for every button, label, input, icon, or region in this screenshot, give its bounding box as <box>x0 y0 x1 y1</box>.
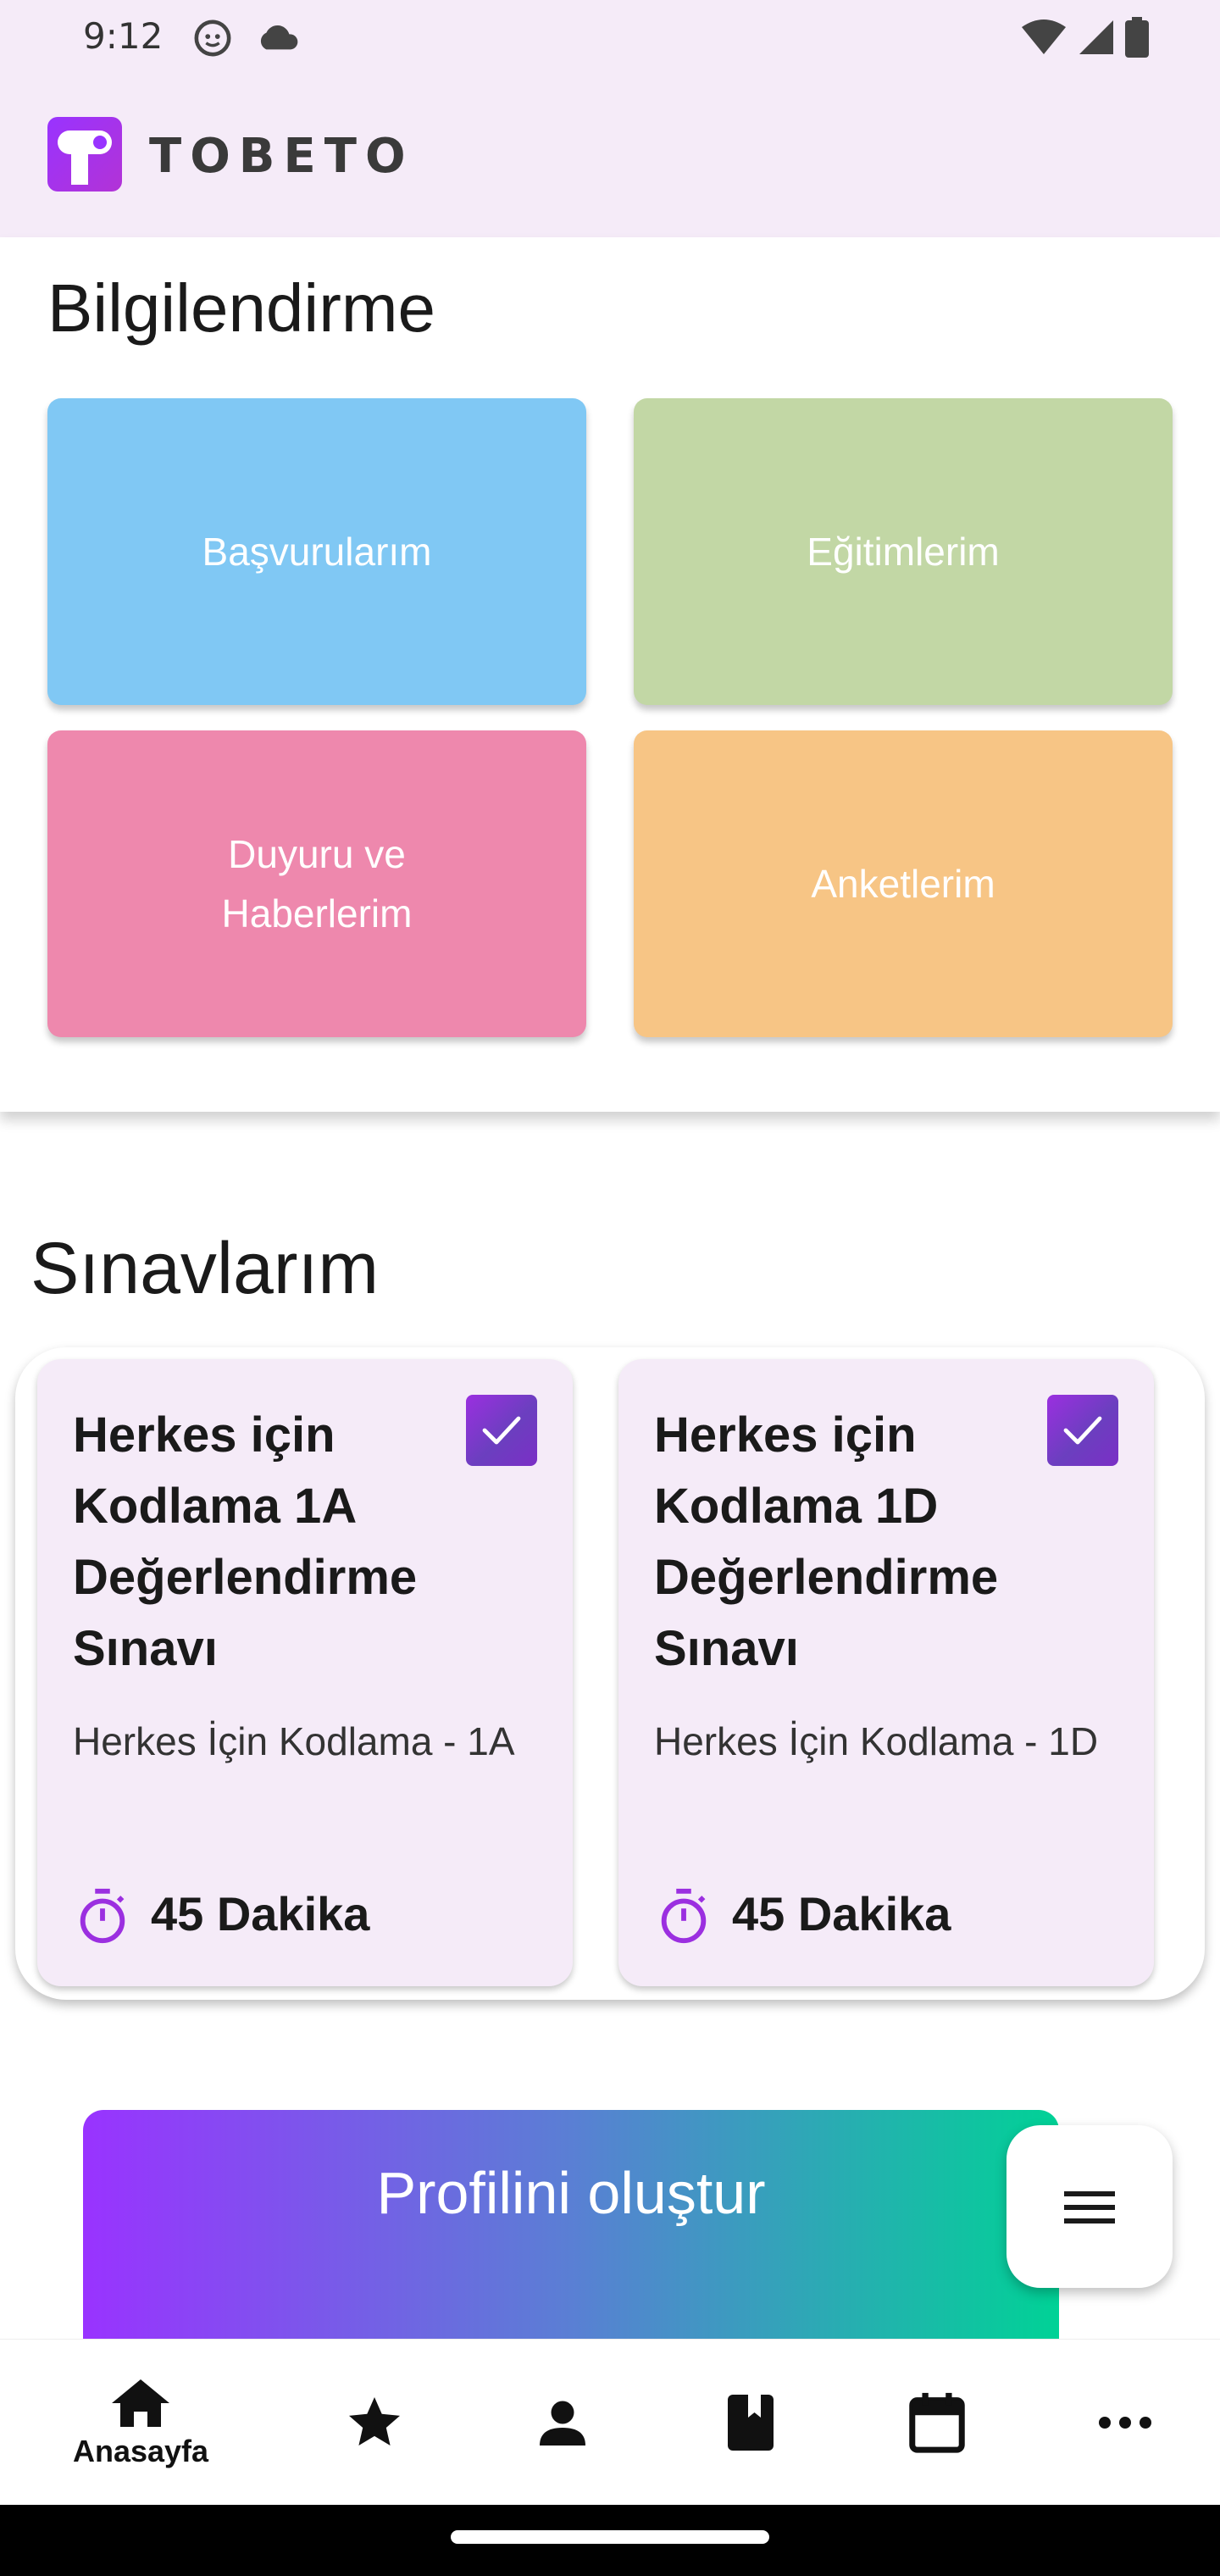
exam-subtitle: Herkes İçin Kodlama - 1D <box>654 1719 1099 1763</box>
app-bar: TOBETO <box>0 75 1220 237</box>
nav-favorites[interactable] <box>290 2340 459 2506</box>
signal-icon <box>1079 20 1113 54</box>
cloud-icon <box>260 25 298 50</box>
timer-icon <box>661 1888 707 1944</box>
nav-home[interactable]: Anasayfa <box>56 2340 225 2506</box>
battery-icon <box>1125 17 1149 58</box>
exam-card[interactable]: Herkes için Kodlama 1A Değerlendirme Sın… <box>37 1359 573 1986</box>
exam-subtitle: Herkes İçin Kodlama - 1A <box>73 1719 515 1763</box>
tile-applications[interactable]: Başvurularım <box>47 398 586 705</box>
tile-surveys[interactable]: Anketlerim <box>634 730 1173 1037</box>
check-icon <box>1063 1416 1102 1445</box>
menu-fab-button[interactable] <box>1006 2125 1173 2288</box>
check-icon <box>482 1416 521 1445</box>
star-icon <box>349 2397 400 2446</box>
exam-checkbox[interactable] <box>1047 1395 1118 1466</box>
create-profile-banner[interactable]: Profilini oluştur <box>83 2110 1059 2339</box>
person-icon <box>540 2401 585 2446</box>
calendar-icon <box>909 2392 965 2453</box>
tile-label: Anketlerim <box>811 862 995 906</box>
status-time: 9:12 <box>83 15 164 57</box>
home-gesture-handle[interactable] <box>451 2530 769 2544</box>
more-icon <box>1099 2417 1151 2429</box>
exam-title: Herkes için Kodlama 1D Değerlendirme Sın… <box>654 1407 999 1676</box>
timer-icon <box>80 1888 125 1944</box>
exam-card[interactable]: Herkes için Kodlama 1D Değerlendirme Sın… <box>618 1359 1154 1986</box>
exam-duration: 45 Dakika <box>732 1887 951 1940</box>
home-icon <box>112 2379 169 2427</box>
system-gesture-bar <box>0 2505 1220 2576</box>
section-title: Bilgilendirme <box>47 270 435 346</box>
exam-title: Herkes için Kodlama 1A Değerlendirme Sın… <box>73 1407 418 1676</box>
nav-profile[interactable] <box>478 2340 647 2506</box>
info-section: Bilgilendirme Başvurularım Eğitimlerim D… <box>0 237 1220 1112</box>
notification-face-icon <box>194 19 231 57</box>
status-indicators <box>1020 17 1149 58</box>
nav-calendar[interactable] <box>852 2340 1022 2506</box>
menu-icon <box>1064 2191 1115 2223</box>
tile-trainings[interactable]: Eğitimlerim <box>634 398 1173 705</box>
tile-announcements[interactable]: Duyuru ve Haberlerim <box>47 730 586 1037</box>
nav-label: Anasayfa <box>72 2434 209 2468</box>
tile-label: Başvurularım <box>202 530 432 574</box>
exam-duration: 45 Dakika <box>151 1887 370 1940</box>
create-profile-label: Profilini oluştur <box>376 2160 766 2226</box>
nav-more[interactable] <box>1040 2340 1210 2506</box>
status-bar: 9:12 <box>0 0 1220 75</box>
bottom-navigation: Anasayfa <box>0 2339 1220 2505</box>
tobeto-logo-icon[interactable] <box>47 117 122 192</box>
nav-catalog[interactable] <box>666 2340 835 2506</box>
logo-text: TOBETO <box>149 129 414 184</box>
tile-label: Eğitimlerim <box>807 530 1000 574</box>
wifi-icon <box>1022 19 1066 54</box>
exams-title: Sınavlarım <box>30 1228 380 1309</box>
book-icon <box>728 2395 774 2451</box>
tile-label: Duyuru ve Haberlerim <box>221 832 413 935</box>
exam-checkbox[interactable] <box>466 1395 537 1466</box>
